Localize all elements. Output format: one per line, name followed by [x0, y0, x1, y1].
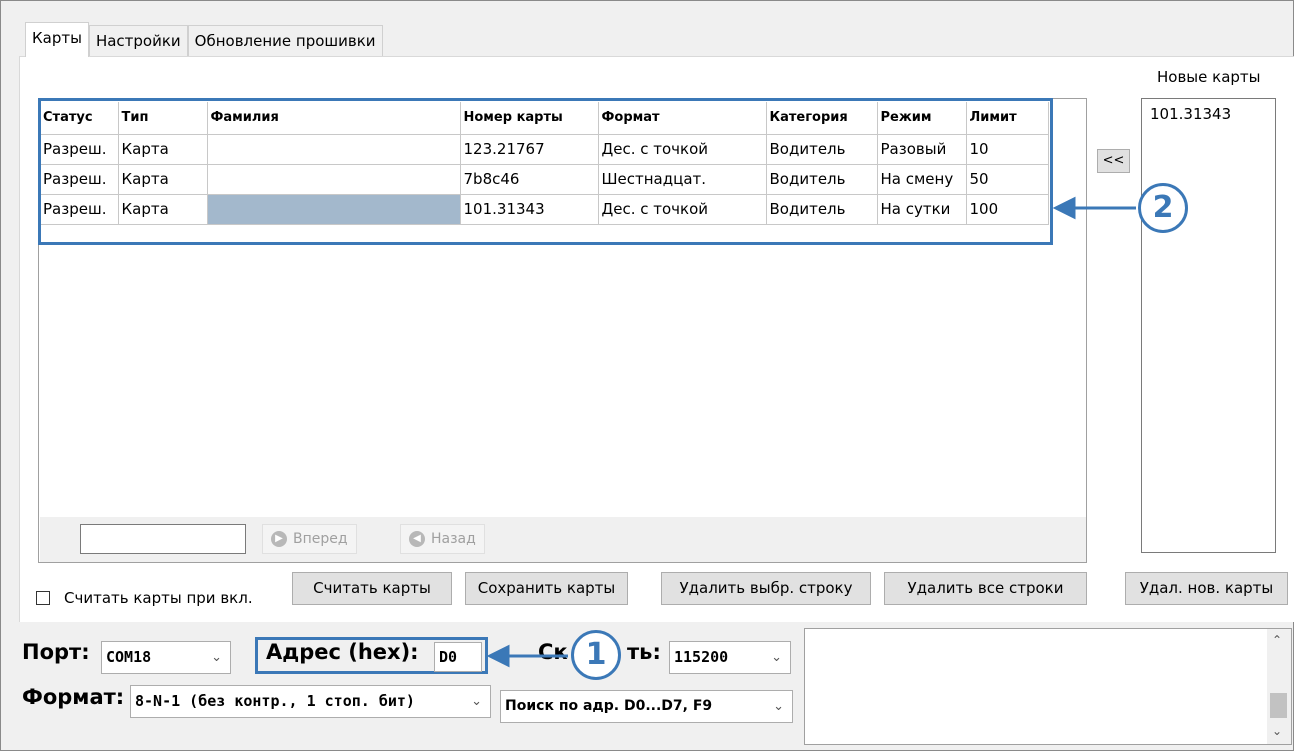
annotation-badge-1: 1 — [571, 630, 621, 680]
arrow-to-table — [1052, 196, 1136, 220]
tab-cards[interactable]: Карты — [25, 22, 89, 57]
arrow-to-address — [486, 644, 568, 668]
annotation-arrows — [486, 196, 1136, 668]
annotation-badge-2: 2 — [1138, 183, 1188, 233]
